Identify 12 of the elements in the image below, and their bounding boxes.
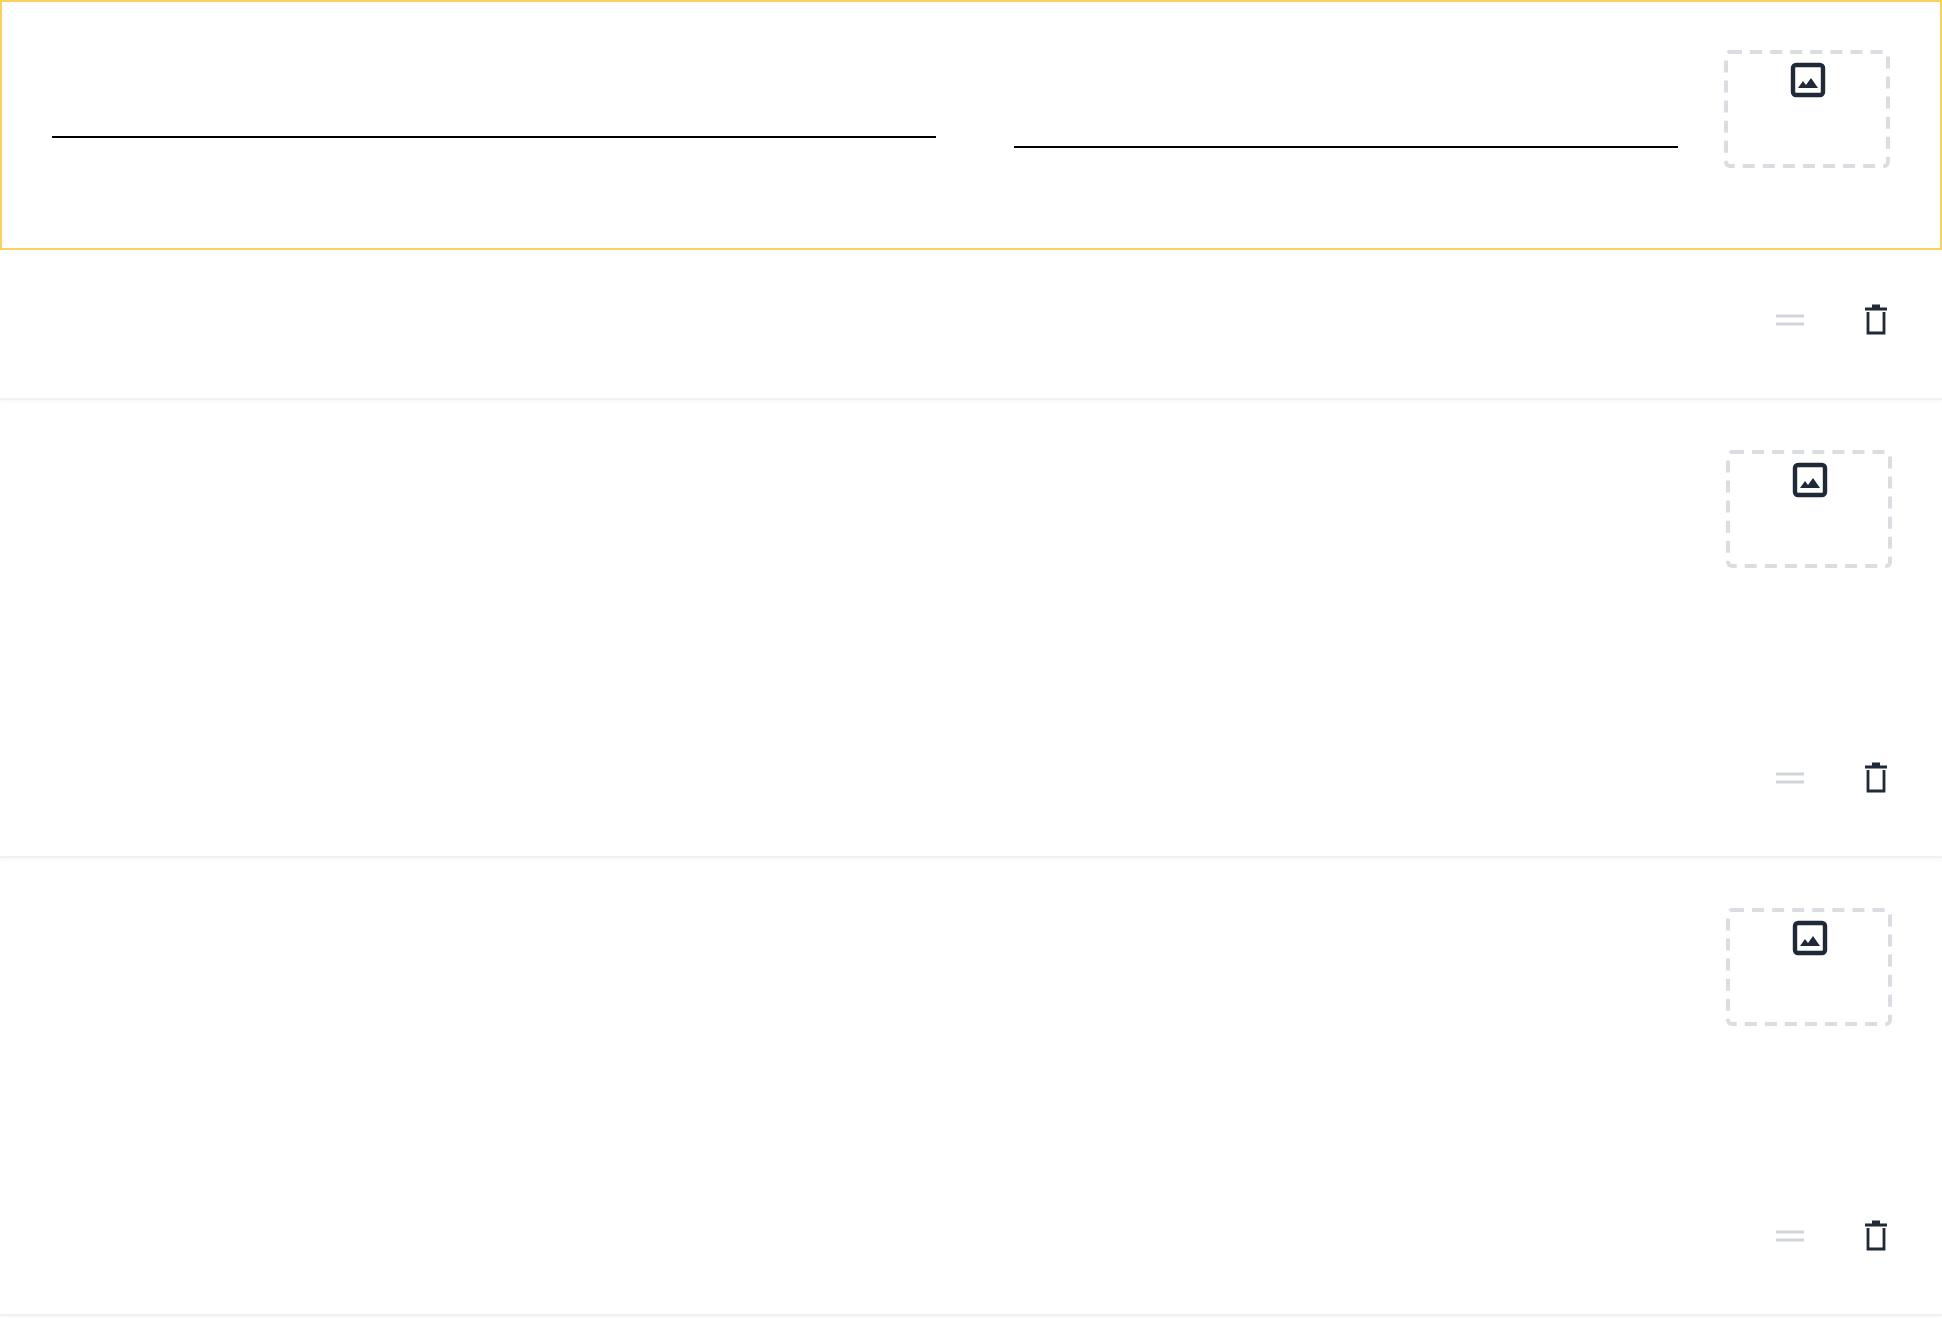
delete-icon[interactable] [1864, 304, 1888, 336]
delete-icon[interactable] [1864, 1220, 1888, 1252]
drag-handle-icon[interactable] [1776, 314, 1804, 326]
image-upload-slot[interactable] [1726, 908, 1892, 1026]
image-icon [1791, 462, 1827, 498]
image-icon [1789, 62, 1825, 98]
drag-handle-icon[interactable] [1776, 772, 1804, 784]
image-icon [1791, 920, 1827, 956]
drag-handle-icon[interactable] [1776, 1230, 1804, 1242]
image-upload-slot[interactable] [1726, 450, 1892, 568]
image-upload-slot[interactable] [1724, 50, 1890, 168]
delete-icon[interactable] [1864, 762, 1888, 794]
